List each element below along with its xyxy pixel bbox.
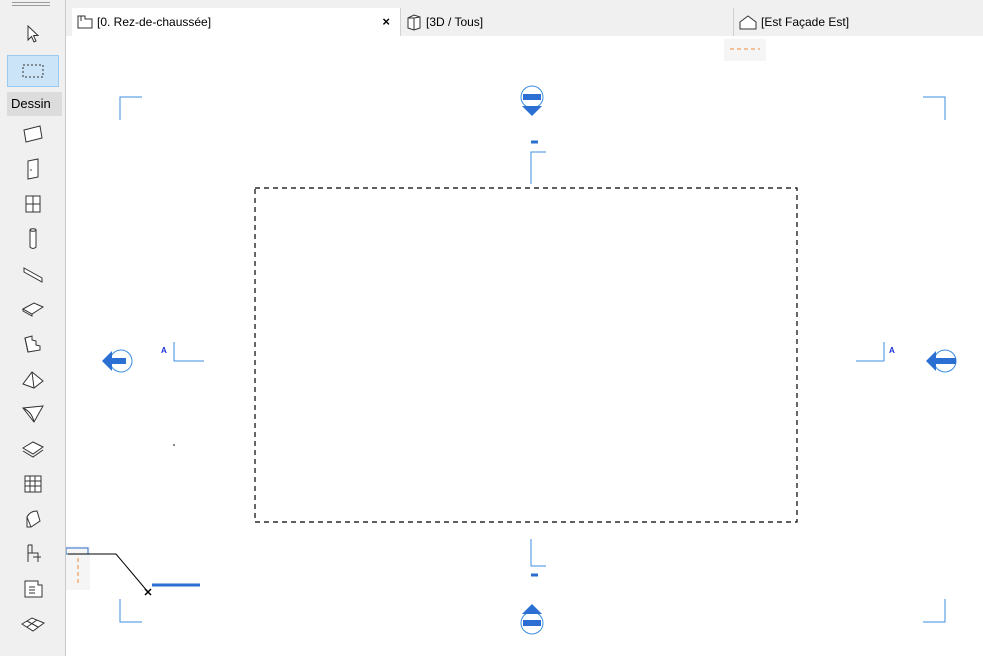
left-section-line — [173, 342, 204, 362]
chair-icon — [27, 544, 41, 562]
dashed-rectangle-icon — [22, 64, 44, 78]
cursor-arrow-icon — [27, 25, 40, 43]
top-elevation-marker[interactable] — [520, 85, 544, 116]
floor-plan-drawing — [66, 39, 957, 635]
door-tool[interactable] — [7, 153, 59, 185]
tab-3d[interactable]: [3D / Tous] — [400, 8, 728, 36]
surface-icon — [21, 617, 46, 632]
section-label-left: A — [161, 346, 167, 355]
tab-label: [Est Façade Est] — [761, 15, 850, 29]
morph-tool[interactable] — [7, 503, 59, 535]
tab-label: [0. Rez-de-chaussée] — [97, 15, 212, 29]
close-icon[interactable]: × — [382, 14, 390, 29]
toolbox: Dessin — [0, 0, 66, 656]
toolbox-grip[interactable] — [12, 2, 50, 6]
window-icon — [25, 195, 41, 213]
mesh-icon — [22, 441, 44, 458]
top-section-line — [530, 151, 546, 184]
shell-tool[interactable] — [7, 398, 59, 430]
zone-icon — [24, 580, 43, 598]
bottom-elevation-marker[interactable] — [520, 604, 544, 635]
tab-elevation[interactable]: [Est Façade Est] — [733, 8, 983, 36]
beam-icon — [23, 267, 43, 283]
tab-label: [3D / Tous] — [426, 15, 484, 29]
elevation-house-icon — [738, 14, 758, 30]
cross-marker-icon — [144, 588, 152, 596]
stair-tool[interactable] — [7, 328, 59, 360]
left-elevation-marker[interactable] — [102, 349, 133, 373]
shell-icon — [22, 405, 44, 423]
column-tool[interactable] — [7, 223, 59, 255]
slab-icon — [21, 302, 45, 317]
roof-icon — [22, 371, 44, 389]
elevation-popout — [724, 39, 766, 61]
slab-tool[interactable] — [7, 293, 59, 325]
curtain-wall-tool[interactable] — [7, 468, 59, 500]
marquee-selection[interactable] — [254, 187, 798, 523]
roof-tool[interactable] — [7, 363, 59, 395]
3d-box-icon — [405, 13, 423, 31]
beam-tool[interactable] — [7, 258, 59, 290]
corner-marks — [119, 96, 946, 623]
column-icon — [29, 228, 37, 249]
palette-label[interactable]: Dessin — [7, 92, 62, 116]
drawing-canvas[interactable]: A A — [66, 36, 983, 656]
wall-tool[interactable] — [7, 118, 59, 150]
stray-point — [173, 444, 175, 446]
view-tab-bar: [0. Rez-de-chaussée] × [3D / Tous] [Est … — [66, 0, 983, 36]
right-elevation-marker[interactable] — [926, 349, 957, 373]
marquee-tool[interactable] — [7, 55, 59, 87]
mesh-tool[interactable] — [7, 433, 59, 465]
right-section-line — [856, 342, 885, 362]
stair-icon — [24, 335, 41, 353]
arrow-tool[interactable] — [7, 18, 59, 50]
morph-icon — [26, 510, 41, 528]
floor-plan-icon — [76, 14, 94, 30]
surface-tool[interactable] — [7, 608, 59, 640]
window-tool[interactable] — [7, 188, 59, 220]
door-icon — [27, 158, 39, 180]
zone-tool[interactable] — [7, 573, 59, 605]
curtain-wall-icon — [24, 475, 42, 493]
tab-floor-plan[interactable]: [0. Rez-de-chaussée] × — [72, 8, 400, 36]
object-tool[interactable] — [7, 538, 59, 570]
wall-icon — [23, 125, 43, 143]
bottom-section-line — [530, 539, 546, 567]
section-label-right: A — [889, 346, 895, 355]
